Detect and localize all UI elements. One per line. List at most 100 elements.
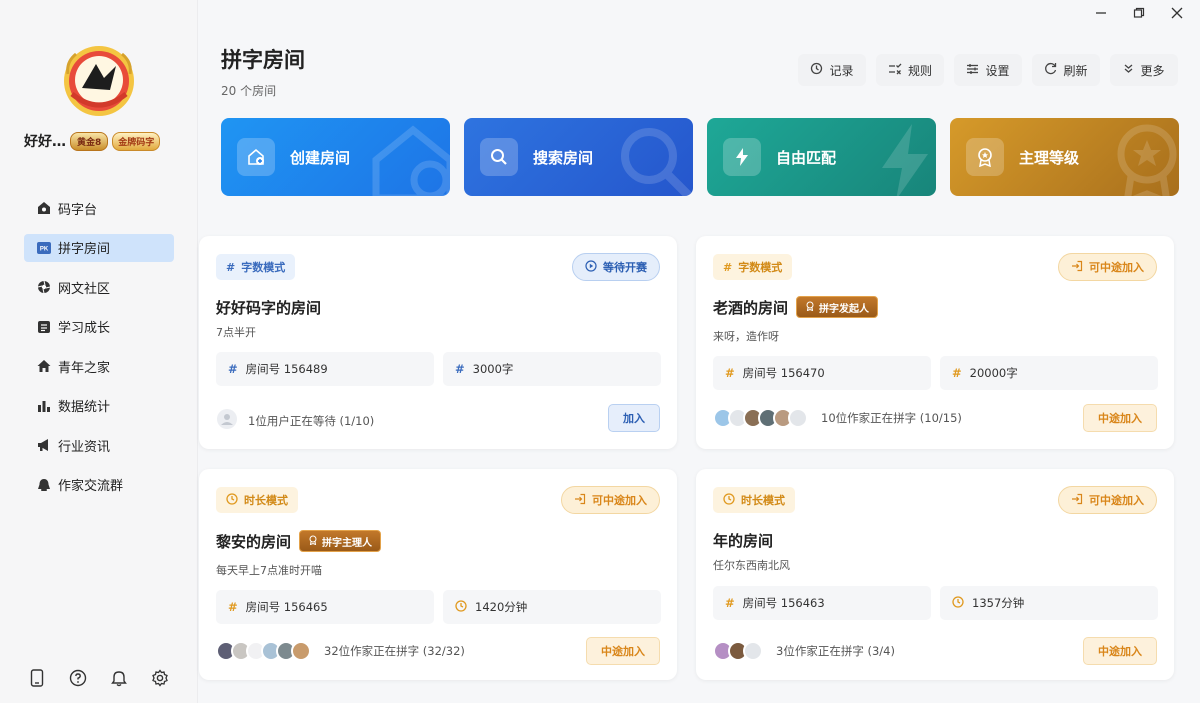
room-footer: 32位作家正在拼字 (32/32) — [216, 641, 465, 661]
room-desc: 每天早上7点准时开喵 — [216, 564, 322, 577]
room-number-box: # 房间号 156470 — [713, 356, 931, 390]
room-card[interactable]: # 字数模式 等待开赛 好好码字的房间 7点半开 # 房间号 156489 # … — [199, 236, 677, 449]
home-plus-watermark-icon — [372, 125, 450, 196]
play-circle-icon — [585, 259, 597, 275]
free-match-card[interactable]: 自由匹配 — [707, 118, 936, 196]
sidebar: 好好… 黄金8 金牌码字 码字台 PK 拼字房间 网文社区 学习成长 青年之家 … — [0, 0, 198, 703]
room-number-box: # 房间号 156463 — [713, 586, 931, 620]
joinable-status-pill[interactable]: 可中途加入 — [1058, 486, 1157, 514]
joinable-status-pill[interactable]: 可中途加入 — [1058, 253, 1157, 281]
user-placeholder-icon — [216, 408, 238, 433]
sidebar-item-industry-news[interactable]: 行业资讯 — [24, 431, 174, 459]
room-number-box: # 房间号 156489 — [216, 352, 434, 386]
sidebar-item-label: 作家交流群 — [58, 479, 124, 494]
sliders-icon — [966, 63, 979, 78]
hash-icon: # — [228, 362, 238, 376]
lightning-watermark-icon — [882, 124, 928, 196]
room-footer: 1位用户正在等待 (1/10) — [216, 408, 374, 433]
hash-icon: # — [725, 596, 735, 610]
chevrons-down-icon — [1123, 63, 1134, 77]
user-name[interactable]: 好好… — [24, 131, 66, 151]
create-room-card[interactable]: 创建房间 — [221, 118, 450, 196]
sidebar-bottom-icons — [28, 668, 169, 688]
waiting-status-pill[interactable]: 等待开赛 — [572, 253, 660, 281]
clock-icon — [723, 492, 735, 508]
enter-icon — [574, 493, 586, 508]
record-button[interactable]: 记录 — [797, 54, 866, 86]
refresh-icon — [1044, 62, 1057, 78]
room-title: 黎安的房间 拼字主理人 — [216, 530, 382, 552]
sidebar-item-learning[interactable]: 学习成长 — [24, 313, 174, 341]
rules-icon — [888, 63, 902, 78]
participant-avatars — [713, 641, 763, 661]
role-badge: 拼字主理人 — [299, 530, 382, 552]
mode-tag: 时长模式 — [713, 487, 795, 513]
sidebar-item-statistics[interactable]: 数据统计 — [24, 392, 174, 420]
sidebar-nav: 码字台 PK 拼字房间 网文社区 学习成长 青年之家 数据统计 行业资讯 作家交 — [24, 194, 174, 510]
settings-icon[interactable] — [151, 668, 169, 688]
settings-button[interactable]: 设置 — [954, 54, 1022, 86]
sidebar-item-youth-home[interactable]: 青年之家 — [24, 352, 174, 380]
enter-icon — [1071, 260, 1083, 275]
avatar — [743, 641, 763, 661]
mode-tag: 时长模式 — [216, 487, 298, 513]
medal-watermark-icon — [1117, 124, 1177, 196]
target-box: 1420分钟 — [443, 590, 661, 624]
sidebar-item-label: 青年之家 — [58, 360, 111, 376]
room-desc: 来呀，造作呀 — [713, 330, 779, 343]
lightning-icon — [723, 138, 761, 176]
room-footer: 3位作家正在拼字 (3/4) — [713, 641, 895, 661]
search-room-label: 搜索房间 — [533, 148, 594, 167]
refresh-button[interactable]: 刷新 — [1032, 54, 1100, 86]
medal-icon — [805, 301, 815, 314]
room-list: # 字数模式 等待开赛 好好码字的房间 7点半开 # 房间号 156489 # … — [198, 212, 1200, 703]
minimize-icon[interactable] — [1092, 4, 1110, 22]
host-level-label: 主理等级 — [1019, 148, 1080, 167]
phone-icon[interactable] — [28, 668, 46, 688]
sidebar-item-community[interactable]: 网文社区 — [24, 273, 174, 301]
join-button[interactable]: 加入 — [608, 404, 660, 432]
sidebar-item-writing-desk[interactable]: 码字台 — [24, 194, 174, 222]
sidebar-item-pk-room[interactable]: PK 拼字房间 — [24, 233, 174, 262]
hash-icon: # — [952, 366, 962, 380]
avatar[interactable] — [62, 44, 136, 118]
more-button[interactable]: 更多 — [1110, 54, 1178, 86]
sidebar-item-writer-group[interactable]: 作家交流群 — [24, 471, 174, 499]
room-card[interactable]: # 字数模式 可中途加入 老酒的房间 拼字发起人 来呀，造作呀 # 房间号 15… — [696, 236, 1174, 449]
host-level-card[interactable]: 主理等级 — [950, 118, 1179, 196]
rules-button[interactable]: 规则 — [875, 54, 944, 86]
room-desc: 任尔东西南北风 — [713, 559, 790, 572]
title-badge: 金牌码字 — [112, 131, 161, 151]
midway-join-button[interactable]: 中途加入 — [1083, 404, 1157, 432]
midway-join-button[interactable]: 中途加入 — [586, 637, 660, 665]
hash-icon: # — [226, 260, 236, 274]
target-box: # 3000字 — [443, 352, 661, 386]
room-card[interactable]: 时长模式 可中途加入 黎安的房间 拼字主理人 每天早上7点准时开喵 # 房间号 … — [199, 469, 677, 680]
target-box: # 20000字 — [940, 356, 1158, 390]
help-icon[interactable] — [69, 668, 87, 688]
maximize-icon[interactable] — [1130, 4, 1148, 22]
medal-icon — [308, 535, 318, 548]
room-number-box: # 房间号 156465 — [216, 590, 434, 624]
page-title: 拼字房间 — [221, 48, 305, 72]
participant-avatars — [216, 641, 311, 661]
midway-join-button[interactable]: 中途加入 — [1083, 637, 1157, 665]
home-icon — [36, 200, 52, 216]
room-title: 老酒的房间 拼字发起人 — [713, 296, 879, 318]
sidebar-item-label: 行业资讯 — [58, 439, 111, 455]
joinable-status-pill[interactable]: 可中途加入 — [561, 486, 660, 514]
hash-icon: # — [228, 600, 238, 614]
bell-icon[interactable] — [110, 668, 128, 688]
toolbar: 记录 规则 设置 刷新 更多 — [797, 54, 1178, 86]
chat-icon — [36, 477, 52, 493]
search-room-card[interactable]: 搜索房间 — [464, 118, 693, 196]
room-card[interactable]: 时长模式 可中途加入 年的房间 任尔东西南北风 # 房间号 156463 135… — [696, 469, 1174, 680]
participant-avatars — [713, 408, 808, 428]
close-icon[interactable] — [1168, 4, 1186, 22]
sidebar-item-label: 网文社区 — [58, 281, 111, 297]
mode-tag: # 字数模式 — [216, 254, 296, 280]
sidebar-item-label: 学习成长 — [58, 321, 111, 336]
search-icon — [480, 138, 518, 176]
window-controls — [1092, 4, 1186, 22]
megaphone-icon — [36, 437, 52, 453]
